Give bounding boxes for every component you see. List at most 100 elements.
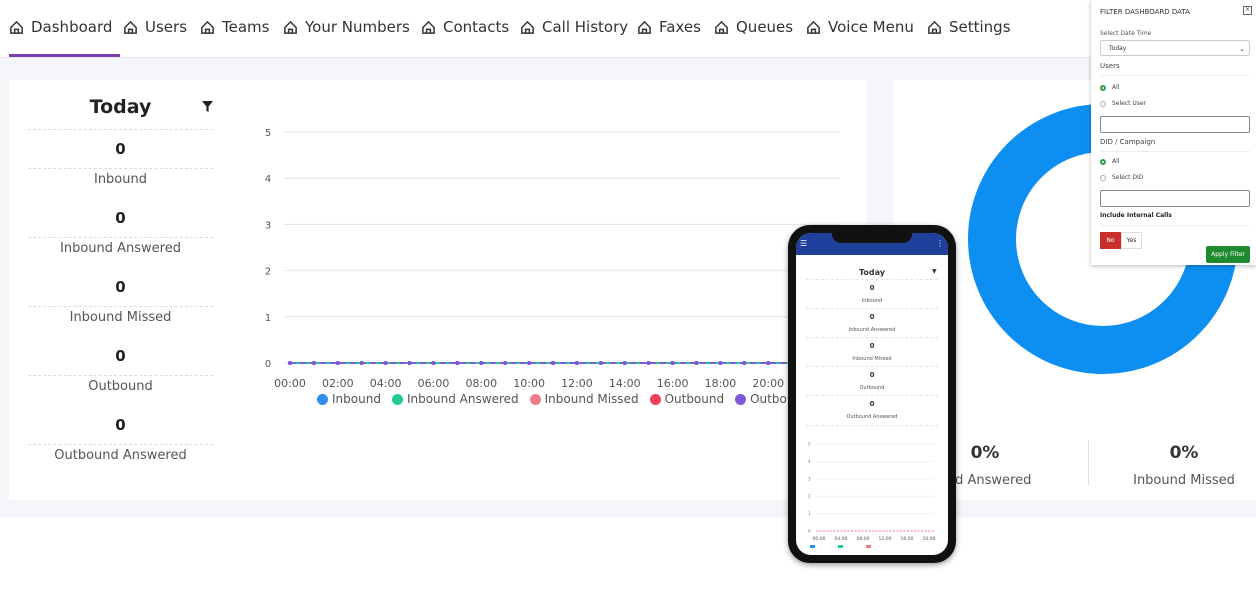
phone-stat-label: Inbound Missed: [852, 356, 892, 362]
phone-y-tick-label: 0: [808, 529, 811, 534]
legend-item-inbound-missed[interactable]: Inbound Missed: [529, 392, 639, 406]
radio-label: Select User: [1112, 100, 1147, 107]
legend-swatch: [529, 393, 541, 405]
apply-filter-button[interactable]: Apply Filter: [1206, 246, 1250, 263]
radio-unchecked-icon: [1100, 100, 1106, 107]
home-icon: [10, 20, 23, 34]
legend-item-inbound-answered[interactable]: Inbound Answered: [391, 392, 519, 406]
data-point: [455, 361, 460, 365]
nav-tab-call-history[interactable]: Call History: [520, 0, 628, 54]
date-time-value: Today: [1109, 44, 1127, 52]
y-tick-label: 4: [265, 174, 271, 185]
y-tick-label: 2: [265, 267, 271, 278]
legend-item-outbound[interactable]: Outbound: [649, 392, 725, 406]
radio-unchecked-icon: [1100, 174, 1106, 181]
nav-tab-queues[interactable]: Queues: [714, 0, 793, 54]
pct-label: Inbound Missed: [1133, 473, 1235, 488]
phone-stat-row: 0 Inbound: [806, 279, 938, 309]
did-input[interactable]: [1100, 190, 1250, 207]
radio-label: All: [1112, 84, 1120, 91]
x-tick-label: 08:00: [465, 377, 497, 390]
stat-value: 0: [115, 347, 126, 365]
y-tick-label: 1: [265, 313, 271, 324]
stat-outbound: 0 Outbound: [28, 306, 213, 394]
internal-calls-yes-button[interactable]: Yes: [1121, 232, 1142, 249]
stat-label: Outbound Answered: [54, 448, 187, 463]
stat-inbound-missed: 0 Inbound Missed: [28, 237, 213, 325]
nav-tab-your-numbers[interactable]: Your Numbers: [283, 0, 410, 54]
phone-stat-value: 0: [869, 313, 875, 321]
data-point: [694, 361, 699, 365]
date-time-label: Select Date Time: [1100, 30, 1152, 37]
home-icon: [928, 20, 941, 34]
nav-label: Teams: [222, 18, 270, 36]
stat-divider: [28, 444, 213, 445]
x-tick-label: 00:00: [274, 377, 306, 390]
nav-label: Queues: [736, 18, 794, 36]
nav-tab-faxes[interactable]: Faxes: [637, 0, 701, 54]
hamburger-icon[interactable]: ☰: [800, 240, 809, 248]
nav-tab-teams[interactable]: Teams: [200, 0, 269, 54]
nav-tab-contacts[interactable]: Contacts: [421, 0, 509, 54]
home-icon: [201, 20, 214, 34]
phone-notch: [832, 233, 912, 243]
select-user-radio[interactable]: Select User: [1100, 100, 1146, 107]
home-icon: [638, 20, 651, 34]
legend-label: Inbound Answered: [406, 392, 519, 406]
home-icon: [422, 20, 435, 34]
phone-mockup: ☰ ⋮ Today ▼ 0 Inbound 0 Inbound Answered…: [788, 225, 956, 563]
phone-legend-swatch: [810, 545, 815, 548]
internal-calls-no-button[interactable]: No: [1100, 232, 1121, 249]
user-input[interactable]: [1100, 116, 1250, 133]
nav-label: Faxes: [659, 18, 701, 36]
phone-y-tick-label: 1: [808, 511, 811, 516]
nav-tab-dashboard[interactable]: Dashboard: [9, 0, 121, 57]
select-did-radio[interactable]: Select DID: [1100, 174, 1143, 181]
stats-title: Today: [89, 96, 152, 118]
phone-stat-value: 0: [869, 400, 875, 408]
phone-x-tick-label: 20:00: [923, 536, 936, 542]
x-tick-label: 04:00: [370, 377, 402, 390]
nav-label: Users: [145, 18, 188, 36]
stat-value: 0: [115, 209, 126, 227]
nav-label: Your Numbers: [305, 18, 410, 36]
phone-y-tick-label: 4: [808, 459, 811, 464]
more-vertical-icon[interactable]: ⋮: [936, 239, 944, 248]
stat-outbound-answered: 0 Outbound Answered: [28, 375, 213, 463]
nav-label: Dashboard: [31, 18, 113, 36]
did-campaign-label: DID / Campaign: [1100, 138, 1156, 146]
phone-y-tick-label: 3: [808, 476, 811, 481]
x-tick-label: 10:00: [513, 377, 545, 390]
home-icon: [521, 20, 534, 34]
legend-swatch: [735, 393, 747, 405]
legend-label: Inbound: [332, 392, 381, 406]
date-time-select[interactable]: Today ⌄: [1100, 40, 1250, 56]
data-point: [742, 361, 747, 365]
did-all-radio[interactable]: All: [1100, 158, 1119, 165]
phone-stat-value: 0: [869, 342, 875, 350]
phone-stat-label: Inbound: [861, 298, 883, 304]
internal-calls-label: Include Internal Calls: [1100, 212, 1172, 219]
nav-tab-settings[interactable]: Settings: [927, 0, 1011, 54]
users-all-radio[interactable]: All: [1100, 84, 1119, 91]
filter-icon[interactable]: [202, 101, 213, 112]
nav-tab-users[interactable]: Users: [123, 0, 187, 54]
legend-label: Outbound: [664, 392, 725, 406]
filter-icon[interactable]: ▼: [932, 268, 937, 275]
x-tick-label: 06:00: [418, 377, 450, 390]
filter-dashboard-panel: FILTER DASHBOARD DATA × Select Date Time…: [1091, 0, 1256, 265]
y-tick-label: 5: [265, 128, 271, 139]
radio-checked-icon: [1100, 158, 1106, 165]
stat-value: 0: [115, 140, 126, 158]
top-nav: Dashboard Users Teams Your Numbers Conta…: [0, 0, 1256, 58]
nav-tab-voice-menu[interactable]: Voice Menu: [806, 0, 914, 54]
x-tick-label: 20:00: [752, 377, 784, 390]
radio-label: Select DID: [1112, 174, 1144, 181]
data-point: [335, 361, 340, 365]
phone-x-tick-label: 12:00: [879, 536, 892, 542]
phone-line-chart: 0 1 2 3 4 5 00:00 04:00 08:00 12:00 16:00 20:00: [808, 442, 936, 548]
data-point: [766, 361, 771, 365]
legend-item-inbound[interactable]: Inbound: [317, 392, 381, 406]
phone-legend-swatch: [838, 545, 843, 548]
close-icon[interactable]: ×: [1243, 6, 1252, 15]
